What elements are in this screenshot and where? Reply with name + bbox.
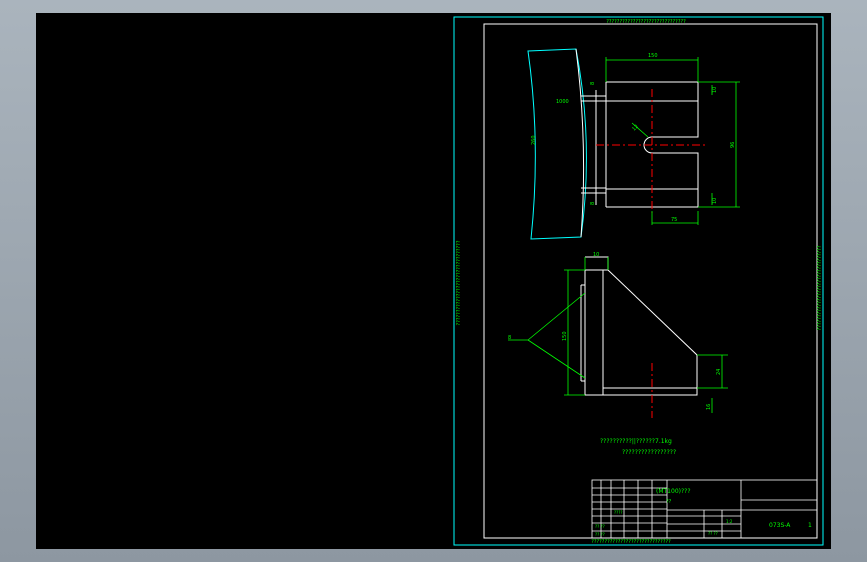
cad-drawing: ?????????????????????????????? ?????????… <box>453 16 824 546</box>
outer-border <box>453 16 824 546</box>
dim-right-top: 10 <box>712 87 718 93</box>
title-block <box>591 479 818 539</box>
title-drawing-no: 073S-A <box>769 522 791 529</box>
title-row-c: ?? ?? <box>595 532 605 537</box>
drawing-viewport[interactable]: ?????????????????????????????? ?????????… <box>36 13 831 549</box>
plate-rail-lines <box>581 90 606 205</box>
leader-label: 8 <box>508 335 511 341</box>
dim-arc: 260 <box>531 135 537 145</box>
right-margin-label: ???????????????????????????????? <box>817 245 823 330</box>
title-sheet: 1 <box>808 522 812 529</box>
dimension-lines-side <box>508 257 728 413</box>
left-margin-label: ???????????????????????????????? <box>456 240 462 325</box>
note-line-2: ????????????????? <box>622 449 676 456</box>
dim-left-small: 8 <box>590 82 596 85</box>
dim-right-total: 96 <box>730 142 736 148</box>
application-window: ?????????????????????????????? ?????????… <box>0 0 867 562</box>
note-line-1: ??????????||??????7.1kg <box>600 438 672 445</box>
gusset-outline <box>580 256 698 396</box>
title-row-b: ?? ?? <box>595 524 605 529</box>
bottom-margin-label: ?????????????????????????????? <box>591 539 671 545</box>
dim-top2: 10 <box>593 252 599 258</box>
title-row-d: ?? ?? <box>708 531 718 536</box>
title-scale: 1:2 <box>726 519 733 524</box>
dim-right2: 24 <box>716 369 722 375</box>
dim-radius: 1000 <box>556 99 569 105</box>
dim-left-bot: 8 <box>590 202 596 205</box>
center-lines-top <box>596 89 708 213</box>
title-part-name: (MT100)??? <box>656 488 691 495</box>
dim-top-width: 150 <box>648 53 658 59</box>
dim-right-bot: 10 <box>712 198 718 204</box>
title-sub: ?? <box>666 499 672 505</box>
dim-thk2: 16 <box>706 404 712 410</box>
dim-r12: 12 <box>631 124 640 133</box>
title-row-a: ???? <box>614 510 623 515</box>
dim-height2: 150 <box>562 331 568 341</box>
dim-bottom: 75 <box>671 217 677 223</box>
top-margin-label: ?????????????????????????????? <box>606 19 686 25</box>
